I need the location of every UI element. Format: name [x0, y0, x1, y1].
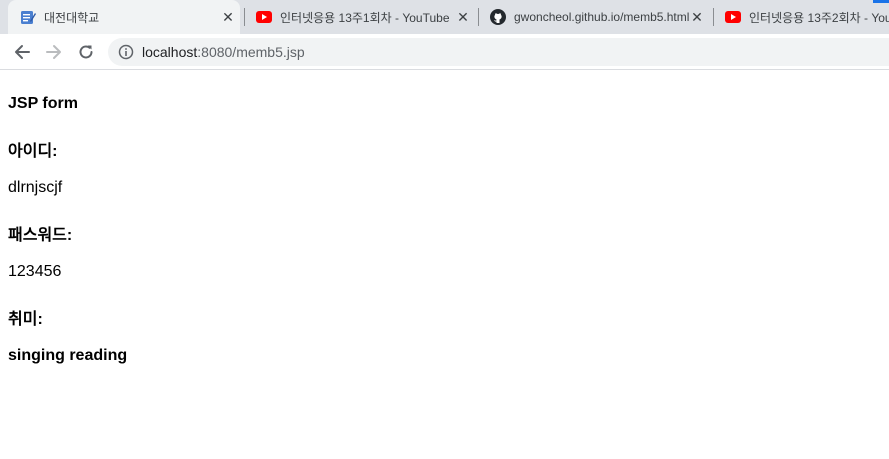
tab-youtube-13-2[interactable]: 인터넷응용 13주2회차 - YouTube	[717, 0, 889, 34]
tab-title: 대전대학교	[44, 10, 100, 25]
tab-title: 인터넷응용 13주1회차 - YouTube	[280, 10, 450, 25]
tab-close-icon[interactable]: ✕	[689, 9, 705, 25]
url-host: localhost	[142, 44, 198, 60]
tab-title: 인터넷응용 13주2회차 - YouTube	[749, 10, 889, 25]
password-label: 패스워드:	[8, 227, 73, 244]
tab-daejeon-university[interactable]: 대전대학교	[8, 0, 240, 34]
tab-close-icon[interactable]: ✕	[455, 9, 471, 25]
page-content: JSP form 아이디: dlrnjscjf 패스워드: 123456 취미:…	[0, 71, 889, 459]
hobby-value: singing reading	[8, 347, 128, 364]
hobby-label: 취미:	[8, 311, 43, 328]
password-value: 123456	[8, 263, 62, 280]
forward-arrow-icon[interactable]	[42, 40, 66, 64]
youtube-icon	[725, 9, 741, 25]
id-label: 아이디:	[8, 143, 58, 160]
edit-note-icon	[20, 9, 36, 25]
tab-separator	[713, 8, 714, 26]
info-icon[interactable]	[118, 44, 134, 60]
tab-close-icon[interactable]: ✕	[220, 9, 236, 25]
tab-github-memb5[interactable]: gwoncheol.github.io/memb5.html	[482, 0, 710, 34]
back-arrow-icon[interactable]	[10, 40, 34, 64]
tab-title: gwoncheol.github.io/memb5.html	[514, 10, 690, 24]
tab-youtube-13-1[interactable]: 인터넷응용 13주1회차 - YouTube	[248, 0, 474, 34]
tab-strip-accent	[873, 0, 889, 3]
tab-strip: 대전대학교 ✕ 인터넷응용 13주1회차 - YouTube ✕ gwonche…	[0, 0, 889, 34]
address-bar[interactable]: localhost:8080/memb5.jsp	[108, 38, 889, 66]
tab-separator	[478, 8, 479, 26]
url-text[interactable]: localhost:8080/memb5.jsp	[142, 44, 305, 60]
browser-toolbar: localhost:8080/memb5.jsp	[0, 34, 889, 70]
url-path: :8080/memb5.jsp	[197, 44, 305, 60]
page-title: JSP form	[8, 95, 78, 112]
github-icon	[490, 9, 506, 25]
youtube-icon	[256, 9, 272, 25]
id-value: dlrnjscjf	[8, 179, 63, 196]
tab-separator	[244, 8, 245, 26]
reload-icon[interactable]	[74, 40, 98, 64]
